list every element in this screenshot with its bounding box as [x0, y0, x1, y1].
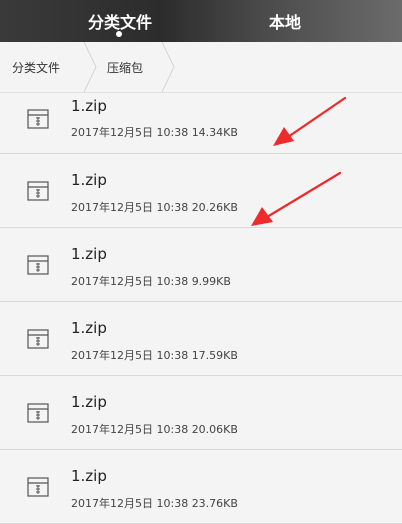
zip-file-icon: [27, 403, 49, 423]
list-item[interactable]: 1.zip 2017年12月5日 10:38 23.76KB: [0, 450, 402, 524]
top-tab-bar: 分类文件 本地: [0, 0, 402, 42]
list-item[interactable]: 1.zip 2017年12月5日 10:38 20.06KB: [0, 376, 402, 450]
list-item[interactable]: 1.zip 2017年12月5日 10:38 14.34KB: [0, 93, 402, 154]
file-name: 1.zip: [71, 319, 107, 337]
file-name: 1.zip: [71, 245, 107, 263]
file-meta: 2017年12月5日 10:38 14.34KB: [71, 126, 238, 139]
file-meta: 2017年12月5日 10:38 20.26KB: [71, 201, 238, 214]
zip-file-icon: [27, 181, 49, 201]
zip-file-icon: [27, 329, 49, 349]
file-meta: 2017年12月5日 10:38 20.06KB: [71, 423, 238, 436]
list-item[interactable]: 1.zip 2017年12月5日 10:38 17.59KB: [0, 302, 402, 376]
file-meta: 2017年12月5日 10:38 23.76KB: [71, 497, 238, 510]
file-name: 1.zip: [71, 97, 107, 115]
zip-file-icon: [27, 255, 49, 275]
breadcrumb-root[interactable]: 分类文件: [12, 42, 60, 92]
chevron-right-icon: [82, 42, 98, 92]
file-name: 1.zip: [71, 467, 107, 485]
active-tab-indicator: [116, 31, 122, 37]
file-meta: 2017年12月5日 10:38 9.99KB: [71, 275, 231, 288]
file-name: 1.zip: [71, 393, 107, 411]
breadcrumb: 分类文件 压缩包: [0, 42, 402, 93]
zip-file-icon: [27, 109, 49, 129]
zip-file-icon: [27, 477, 49, 497]
list-item[interactable]: 1.zip 2017年12月5日 10:38 9.99KB: [0, 228, 402, 302]
chevron-right-icon: [160, 42, 176, 92]
breadcrumb-current[interactable]: 压缩包: [107, 42, 143, 92]
tab-local[interactable]: 本地: [230, 0, 340, 42]
file-list: 1.zip 2017年12月5日 10:38 14.34KB 1.zip 201…: [0, 93, 402, 524]
file-name: 1.zip: [71, 171, 107, 189]
file-meta: 2017年12月5日 10:38 17.59KB: [71, 349, 238, 362]
list-item[interactable]: 1.zip 2017年12月5日 10:38 20.26KB: [0, 154, 402, 228]
